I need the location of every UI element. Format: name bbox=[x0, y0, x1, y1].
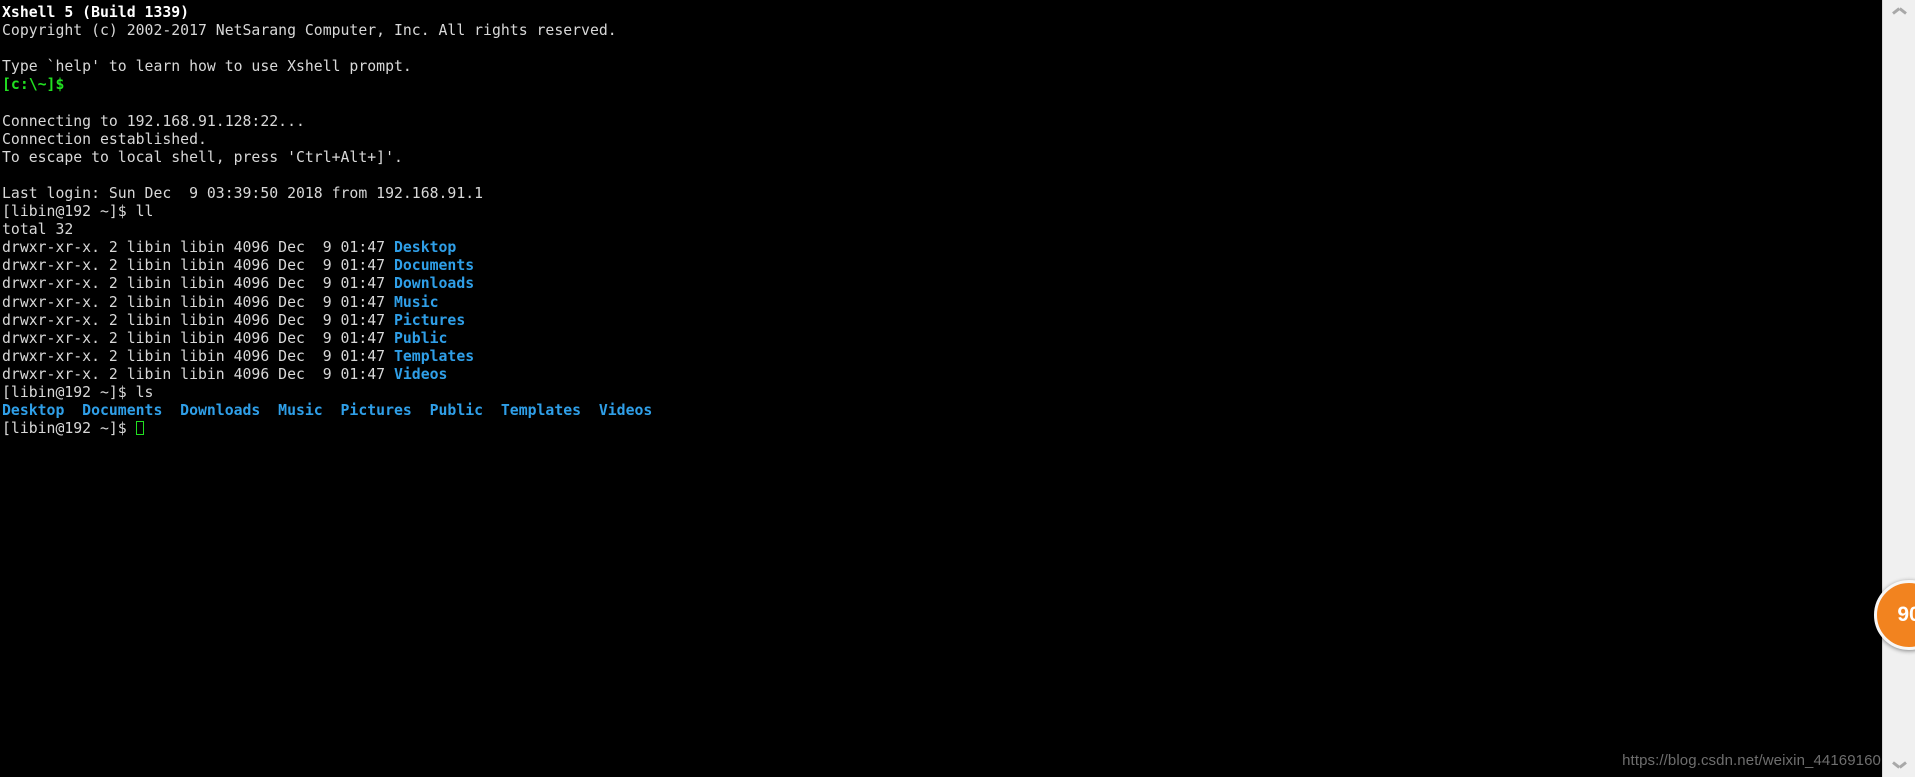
terminal-line-total: total 32 bbox=[2, 221, 1882, 239]
file-meta: drwxr-xr-x. 2 libin libin 4096 Dec 9 01:… bbox=[2, 365, 394, 383]
file-meta: drwxr-xr-x. 2 libin libin 4096 Dec 9 01:… bbox=[2, 257, 394, 275]
terminal-line-copyright: Copyright (c) 2002-2017 NetSarang Comput… bbox=[2, 22, 1882, 40]
file-meta: drwxr-xr-x. 2 libin libin 4096 Dec 9 01:… bbox=[2, 347, 394, 365]
local-prompt-text: [c:\~]$ bbox=[2, 76, 65, 94]
terminal-line-ls-output: Desktop Documents Downloads Music Pictur… bbox=[2, 402, 1882, 420]
table-row: drwxr-xr-x. 2 libin libin 4096 Dec 9 01:… bbox=[2, 257, 1882, 275]
terminal-line-blank-3 bbox=[2, 167, 1882, 185]
terminal-line-command-ll: [libin@192 ~]$ ll bbox=[2, 203, 1882, 221]
help-hint-text: Type `help' to learn how to use Xshell p… bbox=[2, 58, 412, 76]
dir-name-public[interactable]: Public bbox=[394, 330, 447, 347]
terminal-line-escape-hint: To escape to local shell, press 'Ctrl+Al… bbox=[2, 149, 1882, 167]
scrollbar-down-button[interactable] bbox=[1883, 749, 1915, 777]
command-ls-text: [libin@192 ~]$ ls bbox=[2, 383, 154, 401]
table-row: drwxr-xr-x. 2 libin libin 4096 Dec 9 01:… bbox=[2, 275, 1882, 293]
dir-name-music[interactable]: Music bbox=[394, 294, 439, 311]
terminal-line-connection-established: Connection established. bbox=[2, 131, 1882, 149]
table-row: drwxr-xr-x. 2 libin libin 4096 Dec 9 01:… bbox=[2, 366, 1882, 384]
escape-hint-text: To escape to local shell, press 'Ctrl+Al… bbox=[2, 148, 403, 166]
table-row: drwxr-xr-x. 2 libin libin 4096 Dec 9 01:… bbox=[2, 239, 1882, 257]
table-row: drwxr-xr-x. 2 libin libin 4096 Dec 9 01:… bbox=[2, 330, 1882, 348]
dir-name-pictures[interactable]: Pictures bbox=[394, 312, 465, 329]
copyright-text: Copyright (c) 2002-2017 NetSarang Comput… bbox=[2, 22, 617, 40]
dir-name-videos[interactable]: Videos bbox=[394, 366, 447, 383]
scrollbar-up-button[interactable] bbox=[1883, 0, 1915, 28]
file-meta: drwxr-xr-x. 2 libin libin 4096 Dec 9 01:… bbox=[2, 239, 394, 257]
terminal-line-active-prompt[interactable]: [libin@192 ~]$ bbox=[2, 420, 1882, 438]
active-prompt-text: [libin@192 ~]$ bbox=[2, 420, 136, 438]
vertical-scrollbar[interactable] bbox=[1882, 0, 1915, 777]
xshell-terminal-window: Xshell 5 (Build 1339) Copyright (c) 2002… bbox=[0, 0, 1915, 777]
connection-established-text: Connection established. bbox=[2, 130, 207, 148]
table-row: drwxr-xr-x. 2 libin libin 4096 Dec 9 01:… bbox=[2, 312, 1882, 330]
terminal-line-blank-2 bbox=[2, 94, 1882, 112]
dir-name-documents[interactable]: Documents bbox=[394, 257, 474, 274]
terminal-output-area[interactable]: Xshell 5 (Build 1339) Copyright (c) 2002… bbox=[0, 0, 1882, 777]
terminal-line-app-title: Xshell 5 (Build 1339) bbox=[2, 4, 1882, 22]
total-text: total 32 bbox=[2, 221, 74, 239]
terminal-line-connecting: Connecting to 192.168.91.128:22... bbox=[2, 113, 1882, 131]
terminal-line-help-hint: Type `help' to learn how to use Xshell p… bbox=[2, 58, 1882, 76]
chevron-up-icon bbox=[1893, 11, 1906, 18]
file-meta: drwxr-xr-x. 2 libin libin 4096 Dec 9 01:… bbox=[2, 275, 394, 293]
app-title-text: Xshell 5 (Build 1339) bbox=[2, 4, 190, 21]
ls-output-names[interactable]: Desktop Documents Downloads Music Pictur… bbox=[2, 402, 652, 419]
file-meta: drwxr-xr-x. 2 libin libin 4096 Dec 9 01:… bbox=[2, 311, 394, 329]
table-row: drwxr-xr-x. 2 libin libin 4096 Dec 9 01:… bbox=[2, 294, 1882, 312]
terminal-line-last-login: Last login: Sun Dec 9 03:39:50 2018 from… bbox=[2, 185, 1882, 203]
file-meta: drwxr-xr-x. 2 libin libin 4096 Dec 9 01:… bbox=[2, 329, 394, 347]
terminal-line-local-prompt: [c:\~]$ bbox=[2, 76, 1882, 94]
chevron-down-icon bbox=[1893, 760, 1906, 767]
text-cursor bbox=[135, 421, 144, 436]
last-login-text: Last login: Sun Dec 9 03:39:50 2018 from… bbox=[2, 184, 484, 202]
watermark-url: https://blog.csdn.net/weixin_44169160 bbox=[1622, 752, 1881, 769]
terminal-line-blank-1 bbox=[2, 40, 1882, 58]
connecting-text: Connecting to 192.168.91.128:22... bbox=[2, 112, 305, 130]
dir-name-downloads[interactable]: Downloads bbox=[394, 275, 474, 292]
table-row: drwxr-xr-x. 2 libin libin 4096 Dec 9 01:… bbox=[2, 348, 1882, 366]
file-meta: drwxr-xr-x. 2 libin libin 4096 Dec 9 01:… bbox=[2, 293, 394, 311]
command-ll-text: [libin@192 ~]$ ll bbox=[2, 203, 154, 221]
floating-badge-label: 90 bbox=[1897, 603, 1915, 626]
dir-name-templates[interactable]: Templates bbox=[394, 348, 474, 365]
dir-name-desktop[interactable]: Desktop bbox=[394, 239, 456, 256]
terminal-line-command-ls: [libin@192 ~]$ ls bbox=[2, 384, 1882, 402]
